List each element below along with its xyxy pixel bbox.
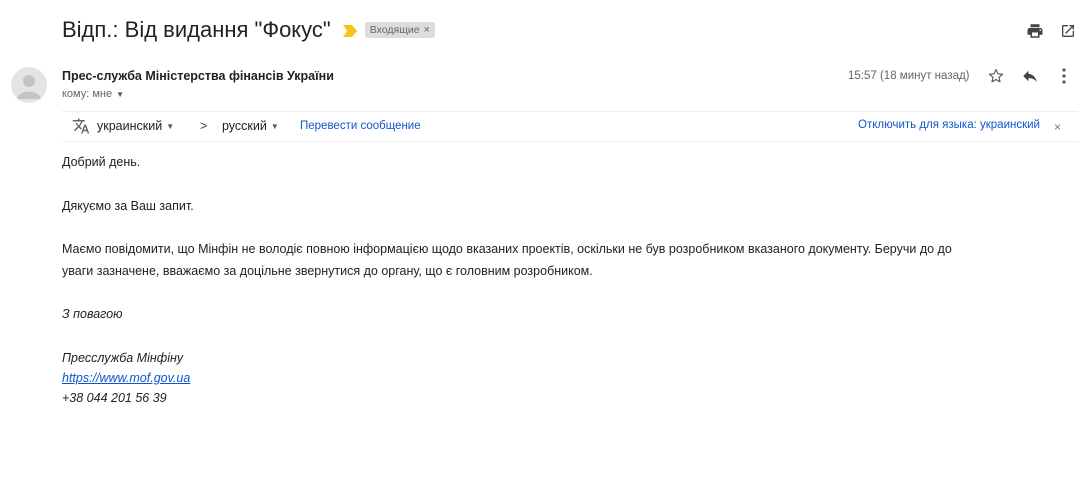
remove-label-button[interactable]: ×: [424, 24, 430, 36]
recipient-details-toggle[interactable]: кому: мне ▼: [62, 88, 124, 100]
translate-message-link[interactable]: Перевести сообщение: [300, 120, 421, 132]
target-language-label: русский: [222, 119, 267, 133]
subject-row: Відп.: Від видання "Фокус" Входящие ×: [62, 14, 435, 46]
open-in-new-window-icon[interactable]: [1058, 21, 1078, 41]
chevron-right-icon: >: [200, 119, 208, 133]
default-avatar-icon: [11, 67, 47, 103]
email-subject: Відп.: Від видання "Фокус": [62, 17, 331, 42]
chevron-down-icon: ▼: [166, 121, 175, 131]
star-icon[interactable]: [986, 66, 1006, 86]
inbox-label-chip[interactable]: Входящие ×: [364, 22, 435, 38]
signature-phone: +38 044 201 56 39: [62, 391, 167, 405]
body-thanks: Дякуємо за Ваш запит.: [62, 199, 194, 213]
target-language-select[interactable]: русский ▼: [222, 119, 279, 133]
more-vertical-icon[interactable]: [1056, 66, 1072, 86]
source-language-label: украинский: [97, 119, 163, 133]
source-language-select[interactable]: украинский ▼: [97, 119, 174, 133]
print-icon[interactable]: [1025, 21, 1045, 41]
label-text: Входящие: [369, 24, 420, 36]
translate-bar-divider-bottom: [62, 141, 1078, 142]
body-main-line-2: уваги зазначене, вважаємо за доцільне зв…: [62, 264, 593, 278]
chevron-down-icon: ▼: [116, 89, 125, 99]
body-greeting: Добрий день.: [62, 155, 141, 169]
body-main-line-1: Маємо повідомити, що Мінфін не володіє п…: [62, 242, 952, 256]
chevron-down-icon: ▼: [270, 121, 279, 131]
close-translate-bar-button[interactable]: ×: [1054, 120, 1061, 134]
reply-icon[interactable]: [1020, 66, 1040, 86]
disable-language-translation-link[interactable]: Отключить для языка: украинский: [858, 119, 1040, 131]
signature-regards: З повагою: [62, 307, 123, 321]
email-timestamp: 15:57 (18 минут назад): [848, 70, 970, 82]
translate-icon: [72, 117, 90, 135]
important-marker-icon[interactable]: [342, 24, 357, 37]
sender-name[interactable]: Прес-служба Міністерства фінансів Україн…: [62, 69, 334, 83]
recipient-label: кому: мне: [62, 88, 113, 100]
signature-website-link[interactable]: https://www.mof.gov.ua: [62, 368, 190, 388]
signature-name: Пресслужба Мінфіну: [62, 351, 184, 365]
